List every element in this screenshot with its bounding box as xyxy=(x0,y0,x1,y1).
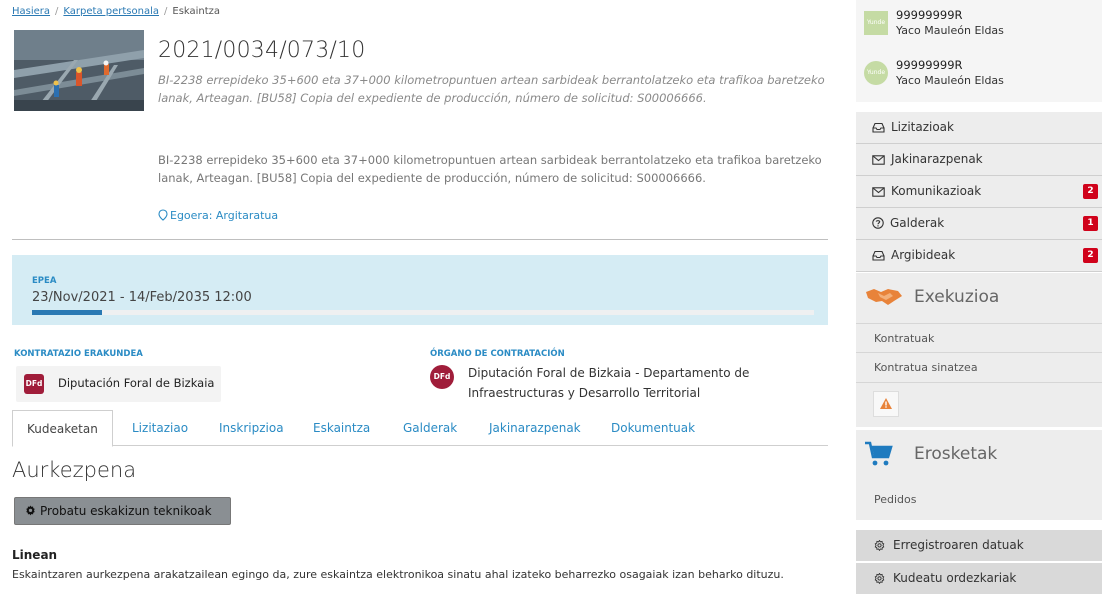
sidebar-item-label: Jakinarazpenak xyxy=(891,152,983,166)
sidebar-item-komunikazioak[interactable]: Komunikazioak 2 xyxy=(856,176,1102,208)
contracting-entity-label: KONTRATAZIO ERAKUNDEA xyxy=(14,349,143,359)
tender-description-italic: BI-2238 errepideko 35+600 eta 37+000 kil… xyxy=(158,73,825,105)
gear-icon xyxy=(26,505,35,516)
sidebar-item-jakinarazpenak[interactable]: Jakinarazpenak xyxy=(856,144,1102,176)
contracting-body-name: Diputación Foral de Bizkaia - Departamen… xyxy=(468,366,750,400)
user-id: 99999999R xyxy=(896,58,963,72)
tender-status-text: Egoera: Argitaratua xyxy=(170,209,279,222)
tab-dokumentuak[interactable]: Dokumentuak xyxy=(611,410,695,446)
sidebar-item-label: Galderak xyxy=(890,216,945,230)
execution-contracts-link[interactable]: Kontratuak xyxy=(856,323,1102,353)
manage-representatives-button[interactable]: Kudeatu ordezkariak xyxy=(856,563,1102,594)
deadline-panel: EPEA 23/Nov/2021 - 14/Feb/2035 12:00 xyxy=(12,255,828,325)
shopping-title: Erosketak xyxy=(914,444,998,464)
envelope-icon xyxy=(872,187,885,197)
execution-sign-contract-link[interactable]: Kontratua sinatzea xyxy=(856,353,1102,383)
settings-icon xyxy=(874,539,885,552)
handshake-icon xyxy=(866,289,902,305)
contracting-body-label: ÓRGANO DE CONTRATACIÓN xyxy=(430,349,565,359)
breadcrumb-folder[interactable]: Karpeta pertsonala xyxy=(63,6,159,17)
main-content: Hasiera / Karpeta pertsonala / Eskaintza 202… xyxy=(0,0,842,606)
online-text: Eskaintzaren aurkezpena arakatzailean eg… xyxy=(12,568,784,581)
sidebar-item-galderak[interactable]: Galderak 1 xyxy=(856,208,1102,240)
warning-icon[interactable] xyxy=(873,391,899,417)
online-title: Linean xyxy=(12,548,58,562)
execution-section: Exekuzioa Kontratuak Kontratua sinatzea xyxy=(856,273,1102,427)
count-badge: 2 xyxy=(1083,184,1098,199)
tender-thumbnail-image xyxy=(14,30,144,111)
user-id: 99999999R xyxy=(896,8,963,22)
sidebar-item-label: Komunikazioak xyxy=(891,184,982,198)
test-requirements-button[interactable]: Probatu eskakizun teknikoak xyxy=(14,497,231,525)
contracting-entity-name: Diputación Foral de Bizkaia xyxy=(58,376,215,390)
tab-lizitaziao[interactable]: Lizitaziao xyxy=(132,410,188,446)
question-icon xyxy=(872,217,884,229)
sidebar-item-lizitazioak[interactable]: Lizitazioak xyxy=(856,112,1102,144)
deadline-dates: 23/Nov/2021 - 14/Feb/2035 12:00 xyxy=(32,290,252,305)
breadcrumb-home[interactable]: Hasiera xyxy=(12,6,50,17)
inbox-icon xyxy=(872,122,885,133)
contracting-entity: DFd Diputación Foral de Bizkaia xyxy=(16,366,221,402)
deadline-label: EPEA xyxy=(32,276,57,286)
sidebar-item-label: Lizitazioak xyxy=(891,120,954,134)
tab-bar: Kudeaketan Lizitaziao Inskripzioa Eskain… xyxy=(12,410,828,447)
registry-data-label: Erregistroaren datuak xyxy=(893,538,1024,552)
sidebar: Yunde 99999999R Yaco Mauleón Eldas Yunde… xyxy=(856,0,1102,606)
tab-jakinarazpenak[interactable]: Jakinarazpenak xyxy=(489,410,581,446)
breadcrumb: Hasiera / Karpeta pertsonala / Eskaintza xyxy=(12,6,221,17)
envelope-icon xyxy=(872,155,885,165)
user-name: Yaco Mauleón Eldas xyxy=(896,24,1004,37)
shopping-section: Erosketak Pedidos xyxy=(856,430,1102,520)
tender-status: Egoera: Argitaratua xyxy=(158,209,278,222)
test-requirements-label: Probatu eskakizun teknikoak xyxy=(40,504,212,518)
count-badge: 2 xyxy=(1083,248,1098,263)
tender-title: 2021/0034/073/10 xyxy=(158,38,366,63)
settings-icon xyxy=(874,572,885,585)
warning-row xyxy=(856,383,1102,427)
map-pin-icon xyxy=(158,209,168,221)
sidebar-menu: Lizitazioak Jakinarazpenak Komunikazioak… xyxy=(856,112,1102,272)
user-item[interactable]: Yunde 99999999R Yaco Mauleón Eldas xyxy=(864,58,1094,92)
manage-representatives-label: Kudeatu ordezkariak xyxy=(893,571,1017,585)
sidebar-item-label: Argibideak xyxy=(891,248,956,262)
tab-inskripzioa[interactable]: Inskripzioa xyxy=(219,410,284,446)
tab-eskaintza[interactable]: Eskaintza xyxy=(313,410,370,446)
breadcrumb-current: Eskaintza xyxy=(172,6,221,17)
shopping-header: Erosketak xyxy=(856,430,1102,480)
user-name: Yaco Mauleón Eldas xyxy=(896,74,1004,87)
deadline-progress-bar xyxy=(32,310,814,315)
dfd-logo: DFd xyxy=(430,365,454,389)
dfd-logo: DFd xyxy=(24,374,44,394)
user-item[interactable]: Yunde 99999999R Yaco Mauleón Eldas xyxy=(864,8,1094,42)
inbox-icon xyxy=(872,250,885,261)
contracting-body: DFd Diputación Foral de Bizkaia - Depart… xyxy=(430,363,830,403)
tab-kudeaketan[interactable]: Kudeaketan xyxy=(12,410,113,447)
sidebar-item-argibideak[interactable]: Argibideak 2 xyxy=(856,240,1102,272)
execution-header: Exekuzioa xyxy=(856,273,1102,323)
section-heading: Aurkezpena xyxy=(12,458,137,482)
tender-description: BI-2238 errepideko 35+600 eta 37+000 kil… xyxy=(158,153,822,185)
shopping-orders-link[interactable]: Pedidos xyxy=(856,480,1102,520)
divider xyxy=(12,239,828,240)
registry-data-button[interactable]: Erregistroaren datuak xyxy=(856,530,1102,561)
execution-title: Exekuzioa xyxy=(914,287,1000,307)
cart-icon xyxy=(865,441,893,466)
tab-galderak[interactable]: Galderak xyxy=(403,410,457,446)
avatar: Yunde xyxy=(864,61,888,85)
avatar: Yunde xyxy=(864,11,888,35)
deadline-progress-fill xyxy=(32,310,103,315)
user-list: Yunde 99999999R Yaco Mauleón Eldas Yunde… xyxy=(856,0,1102,102)
count-badge: 1 xyxy=(1083,216,1098,231)
